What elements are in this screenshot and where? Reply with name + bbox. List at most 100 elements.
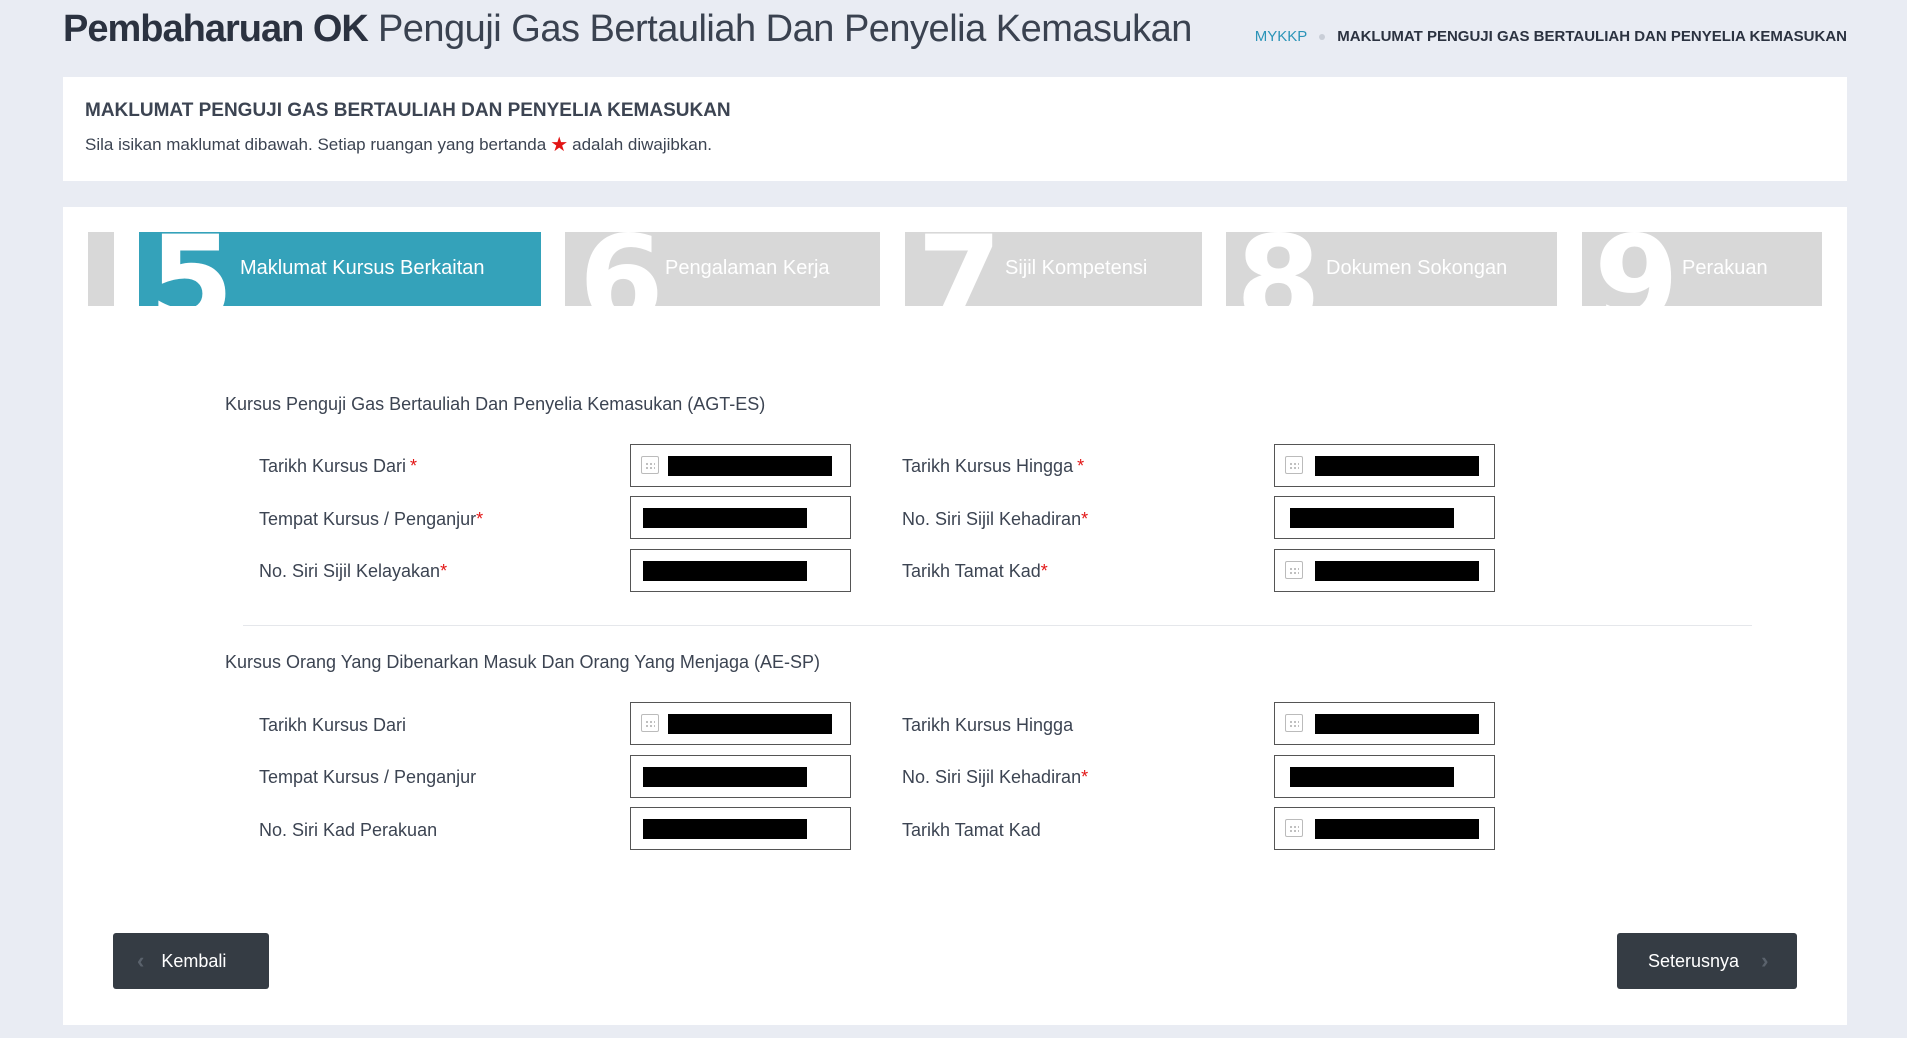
step-previous-stub[interactable] [88,232,114,306]
redacted-value [643,508,807,528]
required-star-icon: ★ [550,134,569,156]
label-text: No. Siri Sijil Kehadiran [902,767,1082,787]
redacted-value [1315,714,1479,734]
redacted-value [1315,456,1479,476]
redacted-value [643,819,807,839]
calendar-icon[interactable] [641,714,659,732]
no-siri-sijil-kehadiran-input[interactable] [1274,496,1495,539]
calendar-icon[interactable] [641,456,659,474]
redacted-value [643,767,807,787]
label-text: Tarikh Tamat Kad [902,561,1041,581]
tarikh-kursus-dari-input[interactable] [630,444,851,487]
label-text: Tempat Kursus / Penganjur [259,767,477,787]
required-mark: * [1081,509,1089,529]
next-button[interactable]: Seterusnya › [1617,933,1797,989]
info-panel: MAKLUMAT PENGUJI GAS BERTAULIAH DAN PENY… [63,77,1847,181]
label-text: Tarikh Tamat Kad [902,820,1041,840]
label-no-siri-sijil-kehadiran: No. Siri Sijil Kehadiran* [902,509,1088,530]
step-label: Perakuan [1682,257,1768,279]
step-9[interactable]: 9 Perakuan [1582,232,1822,306]
label-no-siri-kad-perakuan: No. Siri Kad Perakuan [259,820,437,841]
label-tarikh-kursus-dari: Tarikh Kursus Dari * [259,456,417,477]
required-mark: * [410,456,418,476]
label-tarikh-kursus-dari-2: Tarikh Kursus Dari [259,715,406,736]
redacted-value [668,714,832,734]
label-no-siri-sijil-kehadiran-2: No. Siri Sijil Kehadiran* [902,767,1088,788]
breadcrumb-separator-icon [1319,33,1326,40]
step-label: Maklumat Kursus Berkaitan [240,257,485,279]
tarikh-kursus-hingga-2-input[interactable] [1274,702,1495,745]
required-mark: * [476,509,484,529]
section-title-agt-es: Kursus Penguji Gas Bertauliah Dan Penyel… [225,394,766,414]
label-tarikh-tamat-kad: Tarikh Tamat Kad* [902,561,1048,582]
redacted-value [1290,508,1454,528]
required-mark: * [1081,767,1089,787]
form-panel: 5 Maklumat Kursus Berkaitan 6 Pengalaman… [63,207,1847,1025]
redacted-value [668,456,832,476]
next-button-label: Seterusnya [1648,950,1740,971]
label-text: Tempat Kursus / Penganjur [259,509,477,529]
info-text-after: adalah diwajibkan. [572,135,713,154]
no-siri-sijil-kehadiran-2-input[interactable] [1274,755,1495,798]
label-text: Tarikh Kursus Dari [259,715,407,735]
label-tempat-kursus-2: Tempat Kursus / Penganjur [259,767,476,788]
page-title-light: Penguji Gas Bertauliah Dan Penyelia Kema… [377,8,1193,50]
no-siri-kad-perakuan-input[interactable] [630,807,851,850]
step-label: Pengalaman Kerja [665,257,830,279]
calendar-icon[interactable] [1285,561,1303,579]
step-number: 6 [579,232,664,306]
redacted-value [1315,819,1479,839]
info-title: MAKLUMAT PENGUJI GAS BERTAULIAH DAN PENY… [85,100,731,121]
breadcrumb-current: MAKLUMAT PENGUJI GAS BERTAULIAH DAN PENY… [1337,28,1847,45]
breadcrumb-home-link[interactable]: MYKKP [1255,28,1308,45]
tempat-kursus-2-input[interactable] [630,755,851,798]
label-tarikh-tamat-kad-2: Tarikh Tamat Kad [902,820,1041,841]
tempat-kursus-input[interactable] [630,496,851,539]
tarikh-kursus-hingga-input[interactable] [1274,444,1495,487]
step-8[interactable]: 8 Dokumen Sokongan [1226,232,1557,306]
info-text: Sila isikan maklumat dibawah. Setiap rua… [85,135,712,155]
label-text: No. Siri Sijil Kelayakan [259,561,441,581]
label-text: No. Siri Kad Perakuan [259,820,438,840]
page-title: Pembaharuan OK Penguji Gas Bertauliah Da… [63,8,1192,51]
info-text-before: Sila isikan maklumat dibawah. Setiap rua… [85,135,547,154]
chevron-right-icon: › [1761,948,1769,973]
tarikh-kursus-dari-2-input[interactable] [630,702,851,745]
label-text: Tarikh Kursus Hingga [902,456,1074,476]
back-button-label: Kembali [161,950,227,971]
calendar-icon[interactable] [1285,714,1303,732]
calendar-icon[interactable] [1285,456,1303,474]
required-mark: * [440,561,448,581]
required-mark: * [1077,456,1085,476]
required-mark: * [1040,561,1048,581]
step-label: Dokumen Sokongan [1326,257,1508,279]
label-text: Tarikh Kursus Hingga [902,715,1074,735]
label-tempat-kursus: Tempat Kursus / Penganjur* [259,509,483,530]
tarikh-tamat-kad-input[interactable] [1274,549,1495,592]
no-siri-sijil-kelayakan-input[interactable] [630,549,851,592]
section-divider [243,625,1752,626]
back-button[interactable]: ‹ Kembali [113,933,269,989]
tarikh-tamat-kad-2-input[interactable] [1274,807,1495,850]
section-title-ae-sp: Kursus Orang Yang Dibenarkan Masuk Dan O… [225,652,820,672]
label-tarikh-kursus-hingga-2: Tarikh Kursus Hingga [902,715,1073,736]
step-5[interactable]: 5 Maklumat Kursus Berkaitan [139,232,541,306]
redacted-value [1315,561,1479,581]
redacted-value [643,561,807,581]
step-number: 5 [149,232,234,306]
breadcrumb: MYKKP MAKLUMAT PENGUJI GAS BERTAULIAH DA… [1255,28,1847,45]
label-text: Tarikh Kursus Dari [259,456,407,476]
step-6[interactable]: 6 Pengalaman Kerja [565,232,880,306]
step-7[interactable]: 7 Sijil Kompetensi [905,232,1202,306]
chevron-left-icon: ‹ [137,948,145,973]
step-label: Sijil Kompetensi [1005,257,1148,279]
step-number: 9 [1594,232,1679,306]
label-text: No. Siri Sijil Kehadiran [902,509,1082,529]
label-tarikh-kursus-hingga: Tarikh Kursus Hingga * [902,456,1084,477]
calendar-icon[interactable] [1285,819,1303,837]
redacted-value [1290,767,1454,787]
step-number: 7 [917,232,1002,306]
step-number: 8 [1236,232,1321,306]
page-title-bold: Pembaharuan OK [63,8,369,50]
label-no-siri-sijil-kelayakan: No. Siri Sijil Kelayakan* [259,561,447,582]
